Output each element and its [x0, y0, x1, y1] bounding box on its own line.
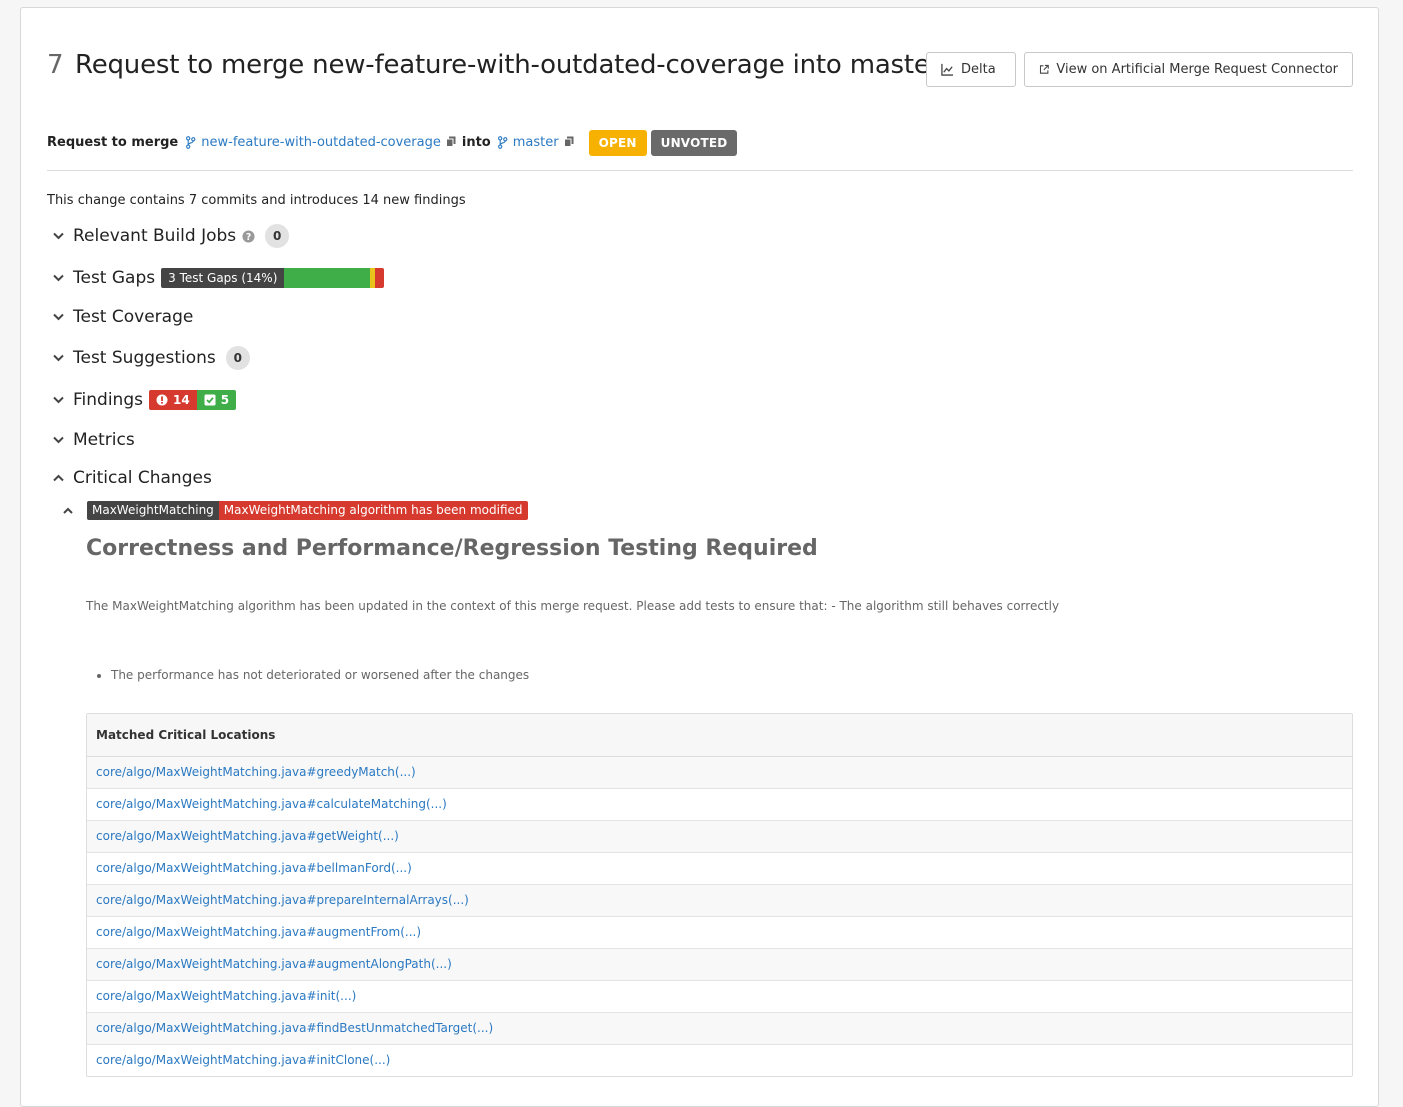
status-badge-open: OPEN	[588, 130, 647, 156]
test-gap-bar[interactable]: 3 Test Gaps (14%)	[161, 268, 385, 288]
change-summary: This change contains 7 commits and intro…	[47, 193, 466, 208]
location-link[interactable]: core/algo/MaxWeightMatching.java#augment…	[96, 957, 452, 971]
section-metrics[interactable]: Metrics	[47, 425, 141, 455]
section-title: Findings	[73, 390, 143, 410]
merge-request-id: 7	[47, 50, 64, 80]
critical-change-heading: Correctness and Performance/Regression T…	[86, 536, 818, 561]
table-header: Matched Critical Locations	[87, 714, 1352, 757]
location-link[interactable]: core/algo/MaxWeightMatching.java#bellman…	[96, 861, 412, 875]
help-icon[interactable]: ?	[242, 229, 255, 243]
table-body: core/algo/MaxWeightMatching.java#greedyM…	[87, 757, 1352, 1076]
exclamation-circle-icon	[156, 394, 168, 406]
table-row: core/algo/MaxWeightMatching.java#findBes…	[87, 1013, 1352, 1045]
status-badge-vote: UNVOTED	[650, 130, 738, 156]
section-critical-changes[interactable]: Critical Changes	[47, 463, 218, 493]
table-row: core/algo/MaxWeightMatching.java#getWeig…	[87, 821, 1352, 853]
findings-removed-badge: 5	[196, 390, 237, 410]
view-external-button-label: View on Artificial Merge Request Connect…	[1056, 62, 1338, 77]
svg-text:?: ?	[246, 231, 251, 242]
target-branch-link[interactable]: master	[497, 135, 559, 150]
copy-icon[interactable]	[563, 136, 574, 147]
table-row: core/algo/MaxWeightMatching.java#calcula…	[87, 789, 1352, 821]
critical-change-tag-message: MaxWeightMatching algorithm has been mod…	[218, 500, 528, 520]
section-title: Metrics	[73, 430, 135, 450]
chevron-down-icon[interactable]	[49, 431, 67, 449]
chevron-down-icon[interactable]	[49, 269, 67, 287]
test-gap-segment-green	[284, 268, 371, 288]
findings-badges[interactable]: 14 5	[148, 390, 237, 410]
chevron-down-icon[interactable]	[49, 227, 67, 245]
delta-button-label: Delta	[961, 62, 996, 77]
section-test-suggestions[interactable]: Test Suggestions 0	[47, 343, 250, 373]
merge-info-row: Request to merge new-feature-with-outdat…	[47, 130, 1353, 171]
page-header: 7 Request to merge new-feature-with-outd…	[47, 48, 1353, 98]
table-row: core/algo/MaxWeightMatching.java#prepare…	[87, 885, 1352, 917]
page-title: Request to merge new-feature-with-outdat…	[75, 50, 941, 80]
critical-change-description: The MaxWeightMatching algorithm has been…	[86, 599, 1060, 613]
chevron-up-icon[interactable]	[61, 507, 75, 514]
list-item: The performance has not deteriorated or …	[111, 668, 529, 682]
chevron-down-icon[interactable]	[49, 391, 67, 409]
source-branch-link[interactable]: new-feature-with-outdated-coverage	[185, 135, 441, 150]
section-relevant-build-jobs[interactable]: Relevant Build Jobs ? 0	[47, 221, 290, 251]
location-link[interactable]: core/algo/MaxWeightMatching.java#getWeig…	[96, 829, 399, 843]
findings-removed-count: 5	[220, 393, 230, 407]
location-link[interactable]: core/algo/MaxWeightMatching.java#augment…	[96, 925, 421, 939]
critical-change-bullets: The performance has not deteriorated or …	[86, 668, 529, 682]
section-title: Critical Changes	[73, 468, 212, 488]
check-square-icon	[204, 394, 216, 406]
copy-icon[interactable]	[445, 136, 456, 147]
critical-change-tag: MaxWeightMatching MaxWeightMatching algo…	[87, 500, 528, 520]
chevron-down-icon[interactable]	[49, 349, 67, 367]
branch-icon	[186, 136, 196, 149]
section-test-coverage[interactable]: Test Coverage	[47, 302, 199, 332]
test-suggestions-count: 0	[225, 346, 250, 370]
findings-added-badge: 14	[148, 390, 197, 410]
section-findings[interactable]: Findings 14 5	[47, 385, 237, 415]
section-title: Test Coverage	[73, 307, 194, 327]
location-link[interactable]: core/algo/MaxWeightMatching.java#findBes…	[96, 1021, 493, 1035]
location-link[interactable]: core/algo/MaxWeightMatching.java#prepare…	[96, 893, 469, 907]
table-row: core/algo/MaxWeightMatching.java#augment…	[87, 917, 1352, 949]
section-title: Test Gaps	[73, 268, 156, 288]
view-external-button[interactable]: View on Artificial Merge Request Connect…	[1024, 52, 1353, 87]
critical-change-header[interactable]: MaxWeightMatching MaxWeightMatching algo…	[61, 499, 528, 521]
findings-added-count: 14	[172, 393, 190, 407]
table-row: core/algo/MaxWeightMatching.java#augment…	[87, 949, 1352, 981]
table-row: core/algo/MaxWeightMatching.java#initClo…	[87, 1045, 1352, 1076]
table-row: core/algo/MaxWeightMatching.java#greedyM…	[87, 757, 1352, 789]
test-gap-label: 3 Test Gaps (14%)	[161, 268, 285, 288]
table-row: core/algo/MaxWeightMatching.java#bellman…	[87, 853, 1352, 885]
chevron-down-icon[interactable]	[49, 308, 67, 326]
build-jobs-count: 0	[265, 224, 290, 248]
section-title: Relevant Build Jobs	[73, 226, 237, 246]
chart-line-icon	[941, 63, 954, 76]
location-link[interactable]: core/algo/MaxWeightMatching.java#calcula…	[96, 797, 447, 811]
section-test-gaps[interactable]: Test Gaps 3 Test Gaps (14%)	[47, 263, 385, 293]
merge-request-card: 7 Request to merge new-feature-with-outd…	[20, 7, 1379, 1107]
matched-locations-table: Matched Critical Locations core/algo/Max…	[86, 713, 1353, 1077]
merge-label: Request to merge	[47, 135, 179, 150]
location-link[interactable]: core/algo/MaxWeightMatching.java#initClo…	[96, 1053, 390, 1067]
chevron-up-icon[interactable]	[49, 469, 67, 487]
branch-icon	[497, 136, 508, 149]
table-row: core/algo/MaxWeightMatching.java#init(..…	[87, 981, 1352, 1013]
test-gap-segment-red	[375, 268, 385, 288]
critical-change-tag-name: MaxWeightMatching	[87, 500, 219, 520]
external-link-icon	[1039, 64, 1049, 74]
location-link[interactable]: core/algo/MaxWeightMatching.java#init(..…	[96, 989, 356, 1003]
target-branch-name: master	[512, 135, 559, 150]
delta-button[interactable]: Delta	[926, 52, 1016, 87]
source-branch-name: new-feature-with-outdated-coverage	[201, 135, 441, 150]
location-link[interactable]: core/algo/MaxWeightMatching.java#greedyM…	[96, 765, 416, 779]
section-title: Test Suggestions	[73, 348, 216, 368]
into-label: into	[461, 135, 491, 150]
